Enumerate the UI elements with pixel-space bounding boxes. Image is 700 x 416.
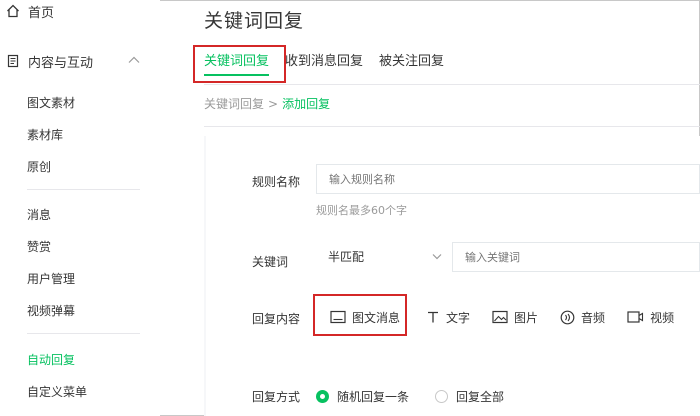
breadcrumb-separator: > — [268, 97, 279, 111]
reply-mode-group: 随机回复一条 回复全部 — [316, 388, 530, 405]
reply-type-video[interactable]: 视频 — [627, 307, 674, 327]
reply-type-highlight-box — [313, 294, 407, 336]
tab-follow-reply[interactable]: 被关注回复 — [379, 52, 444, 76]
tab-message-reply[interactable]: 收到消息回复 — [285, 52, 363, 76]
radio-label: 随机回复一条 — [337, 390, 410, 404]
tab-highlight-box — [193, 45, 286, 83]
reply-type-label: 音频 — [581, 310, 606, 325]
sidebar-item-video-danmaku[interactable]: 视频弹幕 — [27, 303, 75, 319]
match-mode-select[interactable]: 半匹配 — [316, 242, 444, 272]
reply-mode-label: 回复方式 — [252, 390, 301, 404]
sidebar-section-content[interactable]: 内容与互动 — [6, 52, 140, 71]
sidebar-item-home[interactable]: 首页 — [6, 2, 55, 21]
radio-unselected-icon — [435, 390, 449, 403]
home-icon — [7, 4, 19, 18]
sidebar-item-appreciation[interactable]: 赞赏 — [27, 239, 51, 255]
sidebar-section-label: 内容与互动 — [28, 55, 94, 71]
image-icon — [492, 310, 508, 324]
rule-name-hint: 规则名最多60个字 — [316, 204, 407, 217]
audio-icon — [560, 310, 575, 324]
chevron-up-icon[interactable] — [128, 56, 140, 64]
document-icon — [7, 54, 19, 68]
reply-type-image[interactable]: 图片 — [492, 307, 538, 327]
sidebar-divider — [27, 333, 140, 334]
tabs-divider — [204, 84, 700, 85]
reply-type-label: 视频 — [650, 310, 675, 325]
sidebar-item-custom-menu[interactable]: 自定义菜单 — [27, 384, 87, 400]
sidebar-item-messages[interactable]: 消息 — [27, 207, 51, 223]
breadcrumb-divider — [204, 126, 700, 127]
reply-content-label: 回复内容 — [252, 312, 301, 326]
radio-label: 回复全部 — [456, 390, 505, 404]
sidebar-item-user-management[interactable]: 用户管理 — [27, 271, 75, 287]
page-title: 关键词回复 — [204, 10, 305, 32]
sidebar-item-original[interactable]: 原创 — [27, 159, 51, 175]
sidebar: 首页 内容与互动 图文素材 素材库 原创 消息 赞赏 用户管理 视频弹幕 自动回… — [0, 0, 160, 416]
match-mode-value: 半匹配 — [328, 250, 365, 264]
breadcrumb-current: 添加回复 — [282, 97, 331, 111]
sidebar-divider — [27, 189, 140, 190]
rule-name-label: 规则名称 — [252, 175, 301, 189]
sidebar-item-auto-reply[interactable]: 自动回复 — [27, 352, 75, 368]
video-icon — [627, 311, 644, 323]
chevron-down-icon — [432, 254, 442, 260]
rule-name-input[interactable] — [316, 164, 700, 194]
radio-random-reply[interactable]: 随机回复一条 — [316, 388, 409, 405]
sidebar-home-label: 首页 — [28, 5, 55, 21]
reply-type-label: 图片 — [514, 310, 539, 325]
reply-type-audio[interactable]: 音频 — [560, 307, 605, 327]
sidebar-item-library[interactable]: 素材库 — [27, 127, 63, 143]
keyword-label: 关键词 — [252, 255, 289, 269]
breadcrumb-parent[interactable]: 关键词回复 — [204, 97, 264, 111]
main-content: 关键词回复 关键词回复 收到消息回复 被关注回复 关键词回复 > 添加回复 规则名称… — [160, 0, 700, 416]
radio-selected-icon — [316, 390, 329, 403]
breadcrumb: 关键词回复 > 添加回复 — [204, 95, 330, 112]
keyword-input[interactable] — [452, 242, 700, 272]
text-icon — [428, 311, 439, 323]
reply-type-label: 文字 — [446, 310, 471, 325]
radio-reply-all[interactable]: 回复全部 — [435, 388, 504, 405]
reply-type-text[interactable]: 文字 — [426, 307, 470, 327]
sidebar-item-image-text[interactable]: 图文素材 — [27, 95, 75, 111]
